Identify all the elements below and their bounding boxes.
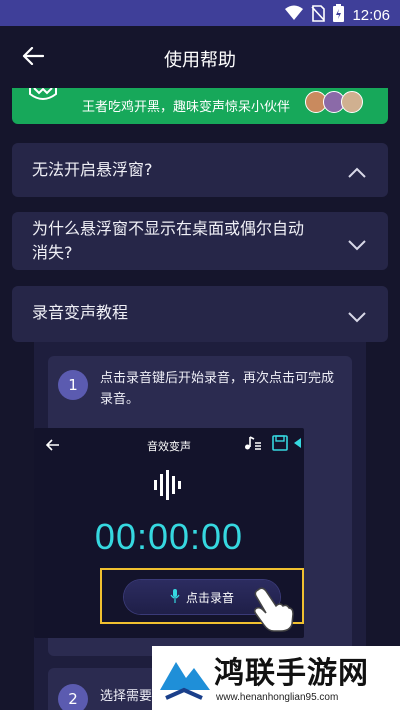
promo-banner[interactable]: 王者吃鸡开黑，趣味变声惊呆小伙伴 xyxy=(12,88,388,124)
record-button-label: 点击录音 xyxy=(185,590,234,605)
pointing-hand-icon xyxy=(252,586,294,636)
watermark-title: 鸿联手游网 xyxy=(214,656,369,691)
microphone-icon xyxy=(170,588,180,607)
faq-question: 为什么悬浮窗不显示在桌面或偶尔自动 消失? xyxy=(32,217,304,265)
watermark-url: www.henanhonglian95.com xyxy=(216,692,339,703)
status-icons: 12:06 xyxy=(285,4,390,26)
no-sim-icon xyxy=(311,4,326,26)
recording-timer: 00:00:00 xyxy=(94,516,244,557)
chevron-down-icon xyxy=(348,308,366,327)
faq-question-line-2: 消失? xyxy=(32,243,73,262)
chevron-up-icon xyxy=(348,163,366,182)
banner-logo-icon xyxy=(28,88,58,108)
music-list-icon xyxy=(242,435,262,455)
banner-text: 王者吃鸡开黑，趣味变声惊呆小伙伴 xyxy=(82,100,291,115)
tutorial-screenshot: 音效变声 00:00:00 点击录音 xyxy=(34,428,304,638)
step-number: 2 xyxy=(58,684,88,710)
page-title: 使用帮助 xyxy=(164,50,236,71)
status-bar: 12:06 xyxy=(0,0,400,26)
screenshot-title: 音效变声 xyxy=(147,440,191,453)
arrow-left-icon xyxy=(294,438,301,448)
faq-question: 录音变声教程 xyxy=(32,303,129,322)
app-bar: 使用帮助 xyxy=(0,26,400,88)
status-time: 12:06 xyxy=(352,6,390,24)
chevron-down-icon xyxy=(348,236,366,255)
watermark-logo-icon xyxy=(156,650,212,710)
faq-question: 无法开启悬浮窗? xyxy=(32,160,153,179)
watermark: 鸿联手游网 www.henanhonglian95.com xyxy=(152,646,400,710)
battery-icon xyxy=(333,4,345,26)
wifi-icon xyxy=(285,5,304,25)
waveform-icon xyxy=(152,470,184,504)
step-number: 1 xyxy=(58,370,88,400)
banner-avatars xyxy=(305,91,363,113)
faq-question-line-1: 为什么悬浮窗不显示在桌面或偶尔自动 xyxy=(32,219,305,238)
faq-item-recording-tutorial[interactable]: 录音变声教程 xyxy=(12,286,388,342)
faq-item-window-disappear[interactable]: 为什么悬浮窗不显示在桌面或偶尔自动 消失? xyxy=(12,212,388,270)
avatar xyxy=(341,91,363,113)
step-text: 点击录音键后开始录音，再次点击可完成录音。 xyxy=(100,371,335,407)
save-icon xyxy=(272,435,288,455)
faq-item-floating-window[interactable]: 无法开启悬浮窗? xyxy=(12,143,388,197)
